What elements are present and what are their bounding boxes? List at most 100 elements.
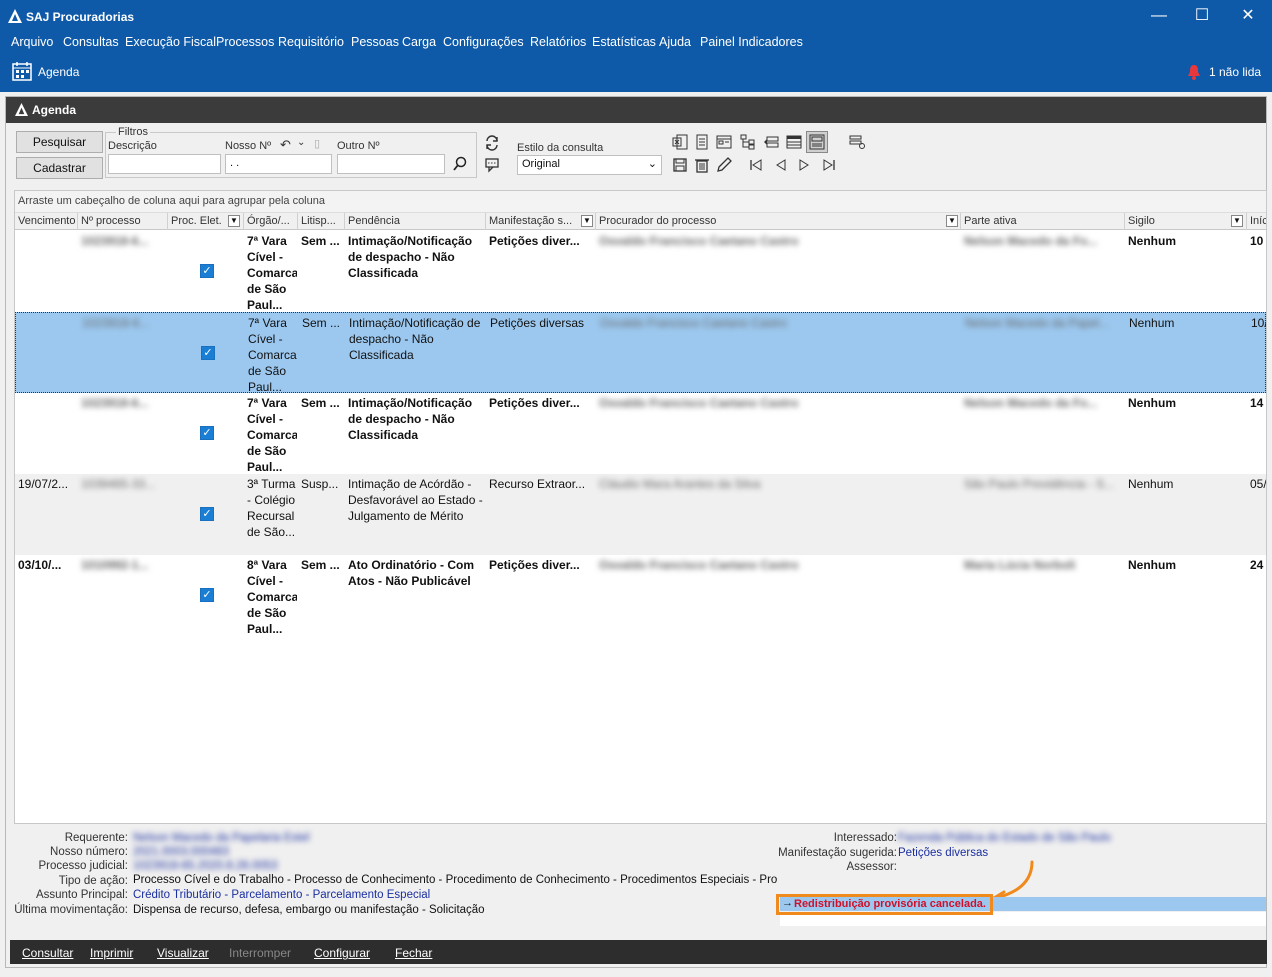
cell-numero-processo[interactable]: 1023918-6... — [81, 395, 165, 411]
proc-eletronico-checkbox[interactable]: ✓ — [201, 346, 215, 360]
undo-icon[interactable]: ↶ — [280, 137, 291, 153]
col-pendencia[interactable]: Pendência — [345, 213, 486, 230]
close-button[interactable]: ✕ — [1237, 6, 1259, 26]
filter-dropdown-icon[interactable]: ▼ — [1231, 215, 1243, 227]
assessor-label: Assessor: — [846, 861, 898, 873]
grid-view-icon[interactable] — [809, 134, 825, 150]
comment-icon[interactable] — [484, 157, 500, 173]
col-inicio[interactable]: Iníc — [1247, 213, 1266, 230]
imprimir-button[interactable]: Imprimir — [90, 946, 133, 960]
col-procurador[interactable]: Procurador do processo — [596, 213, 961, 230]
table-row[interactable]: 19/07/2... 1039465-33... ✓ 3ª Turma - Co… — [15, 474, 1266, 555]
col-sigilo[interactable]: Sigilo — [1125, 213, 1247, 230]
tree-icon[interactable] — [740, 134, 756, 150]
table-row[interactable]: 03/10/... 1010992-1... ✓ 8ª Vara Cível -… — [15, 555, 1266, 636]
table-row-selected[interactable]: 1023918-6... ✓ 7ª Vara Cível - Comarca d… — [15, 312, 1266, 393]
col-orgao[interactable]: Órgão/... — [244, 213, 298, 230]
minimize-button[interactable]: — — [1148, 6, 1170, 26]
menu-arquivo[interactable]: Arquivo — [11, 35, 53, 49]
interessado-value[interactable]: Fazenda Pública do Estado de São Paulo — [898, 832, 1111, 844]
group-by-hint[interactable]: Arraste um cabeçalho de coluna aqui para… — [15, 191, 1266, 213]
proc-eletronico-checkbox[interactable]: ✓ — [200, 426, 214, 440]
descricao-input[interactable] — [108, 154, 221, 174]
table-row[interactable]: 1023918-6... ✓ 7ª Vara Cível - Comarca d… — [15, 231, 1266, 312]
first-record-icon[interactable] — [748, 157, 764, 173]
cadastrar-button[interactable]: Cadastrar — [16, 157, 103, 179]
interromper-button: Interromper — [229, 946, 292, 960]
col-manifestacao[interactable]: Manifestação s... — [486, 213, 596, 230]
proc-eletronico-checkbox[interactable]: ✓ — [200, 588, 214, 602]
cell-orgao: 7ª Vara Cível - Comarca de São Paul... — [247, 234, 297, 311]
table-icon[interactable] — [786, 134, 802, 150]
clear-icon[interactable]: ▯ — [314, 137, 320, 150]
menu-execucao-fiscal[interactable]: Execução Fiscal — [125, 35, 216, 49]
chevron-down-icon[interactable]: ⌄ — [297, 137, 305, 148]
unread-notifications[interactable]: 1 não lida — [1209, 65, 1261, 79]
menu-ajuda[interactable]: Ajuda — [659, 35, 691, 49]
assunto-principal-value[interactable]: Crédito Tributário - Parcelamento - Parc… — [133, 889, 430, 901]
menu-processos[interactable]: Processos — [216, 35, 274, 49]
document-list-icon[interactable] — [694, 134, 710, 150]
filter-dropdown-icon[interactable]: ▼ — [228, 215, 240, 227]
edit-pencil-icon[interactable] — [716, 157, 732, 173]
calendar-icon[interactable] — [12, 61, 32, 81]
menu-estatisticas[interactable]: Estatísticas — [592, 35, 656, 49]
nosso-numero-input[interactable]: . . — [225, 154, 332, 174]
filter-dropdown-icon[interactable]: ▼ — [946, 215, 958, 227]
col-parte-ativa[interactable]: Parte ativa — [961, 213, 1125, 230]
nosso-numero-value[interactable]: 2021.0003.000483 — [133, 846, 229, 858]
refresh-icon[interactable] — [484, 135, 500, 151]
configurar-button[interactable]: Configurar — [314, 946, 370, 960]
table-row[interactable]: 1023918-6... ✓ 7ª Vara Cível - Comarca d… — [15, 393, 1266, 474]
cell-sigilo: Nenhum — [1128, 396, 1176, 410]
cell-numero-processo[interactable]: 1023918-6... — [81, 233, 165, 249]
col-litispendencia[interactable]: Litisp... — [298, 213, 345, 230]
last-record-icon[interactable] — [821, 157, 837, 173]
form-icon[interactable] — [716, 134, 732, 150]
processo-judicial-value[interactable]: 1023918-65.2020.8.26.0053 — [133, 860, 278, 872]
search-icon[interactable] — [452, 156, 468, 172]
menu-relatorios[interactable]: Relatórios — [530, 35, 586, 49]
menu-carga[interactable]: Carga — [402, 35, 436, 49]
next-record-icon[interactable] — [796, 157, 812, 173]
menu-configuracoes[interactable]: Configurações — [443, 35, 524, 49]
cell-numero-processo[interactable]: 1023918-6... — [82, 315, 166, 331]
menu-painel-indicadores[interactable]: Painel Indicadores — [700, 35, 803, 49]
cell-sigilo: Nenhum — [1129, 316, 1175, 330]
export-excel-icon[interactable] — [672, 134, 688, 150]
descricao-label: Descrição — [108, 140, 157, 152]
cell-procurador: Osvaldo Francisco Caetano Castro — [599, 396, 799, 410]
fechar-button[interactable]: Fechar — [395, 946, 432, 960]
col-numero-processo[interactable]: Nº processo — [78, 213, 168, 230]
maximize-button[interactable]: ☐ — [1191, 6, 1213, 26]
previous-record-icon[interactable] — [773, 157, 789, 173]
cell-numero-processo[interactable]: 1039465-33... — [81, 476, 165, 492]
col-vencimento[interactable]: Vencimento — [15, 213, 78, 230]
settings-table-icon[interactable] — [849, 134, 865, 150]
requerente-value[interactable]: Nelson Macedo da Papelaria Estel — [133, 832, 309, 844]
cell-procurador: Osvaldo Francisco Caetano Castro — [599, 234, 799, 248]
footer-action-bar: Consultar Imprimir Visualizar Interrompe… — [10, 940, 1267, 964]
collapse-icon[interactable] — [763, 134, 779, 150]
agenda-label[interactable]: Agenda — [38, 65, 79, 79]
trash-icon[interactable] — [694, 157, 710, 173]
outro-numero-input[interactable] — [337, 154, 445, 174]
cell-numero-processo[interactable]: 1010992-1... — [81, 557, 165, 573]
save-icon[interactable] — [672, 157, 688, 173]
estilo-consulta-select[interactable]: Original ⌄ — [517, 155, 662, 175]
proc-eletronico-checkbox[interactable]: ✓ — [200, 264, 214, 278]
requerente-label: Requerente: — [64, 832, 128, 844]
visualizar-button[interactable]: Visualizar — [157, 946, 209, 960]
consultar-button[interactable]: Consultar — [22, 946, 73, 960]
proc-eletronico-checkbox[interactable]: ✓ — [200, 507, 214, 521]
menu-pessoas[interactable]: Pessoas — [351, 35, 399, 49]
menu-requisitorio[interactable]: Requisitório — [278, 35, 344, 49]
agenda-grid: Arraste um cabeçalho de coluna aqui para… — [14, 190, 1267, 824]
filter-dropdown-icon[interactable]: ▼ — [581, 215, 593, 227]
outro-numero-label: Outro Nº — [337, 140, 380, 152]
manifestacao-sugerida-value[interactable]: Petições diversas — [898, 847, 988, 859]
menu-consultas[interactable]: Consultas — [63, 35, 119, 49]
pesquisar-button[interactable]: Pesquisar — [16, 131, 103, 153]
bell-icon[interactable] — [1187, 64, 1201, 80]
cell-procurador: Osvaldo Francisco Caetano Castro — [599, 558, 799, 572]
